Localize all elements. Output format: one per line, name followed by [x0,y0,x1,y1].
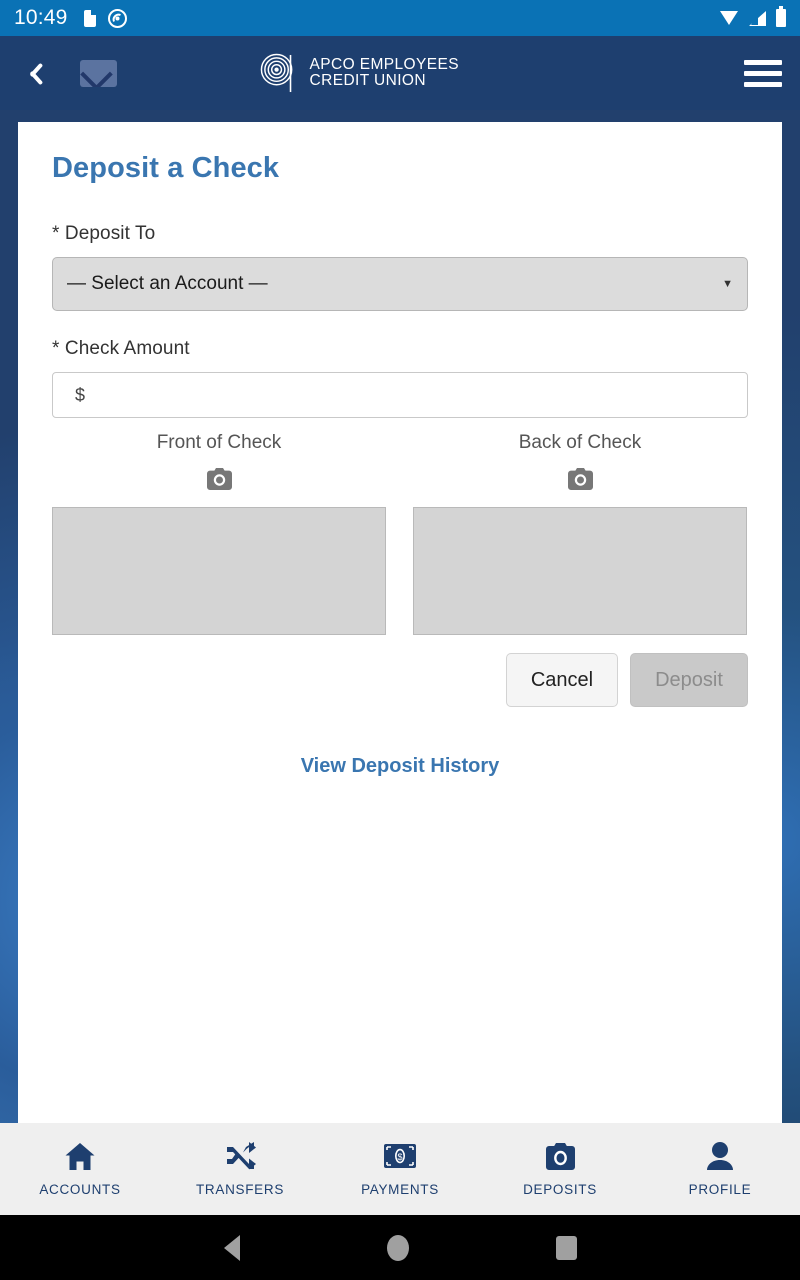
app-header: APCO EMPLOYEES CREDIT UNION [0,36,800,110]
shuffle-arrows-icon [223,1141,257,1171]
battery-icon [776,6,786,27]
android-system-nav [0,1215,800,1280]
page-title: Deposit a Check [52,152,280,184]
bottom-tab-bar: ACCOUNTS TRANSFERS $ PAYMENTS DEPOSITS P… [0,1123,800,1215]
chevron-down-icon: ▼ [722,278,733,290]
account-select[interactable]: — Select an Account — ▼ [52,257,748,311]
front-of-check-label: Front of Check [156,432,282,453]
camera-icon[interactable] [567,468,593,490]
nfc-icon [107,8,127,28]
status-clock: 10:49 [14,6,68,29]
spiral-logo-icon [260,53,292,92]
mail-envelope-icon[interactable] [80,59,117,87]
camera-icon[interactable] [206,468,232,490]
tab-label-deposits: DEPOSITS [523,1182,597,1197]
brand-line-1: APCO EMPLOYEES [309,55,459,73]
deposit-to-label: * Deposit To [52,223,156,244]
camera-icon [543,1141,577,1171]
status-right-icons [720,6,786,27]
tab-accounts[interactable]: ACCOUNTS [0,1141,160,1197]
cellular-signal-icon [749,10,766,26]
banknote-icon: $ [383,1141,417,1171]
tab-payments[interactable]: $ PAYMENTS [320,1141,480,1197]
brand-text: APCO EMPLOYEES CREDIT UNION [309,55,459,89]
status-left-icons [83,8,127,28]
android-home-icon[interactable] [386,1234,409,1261]
tab-profile[interactable]: PROFILE [640,1141,800,1197]
back-of-check-preview[interactable] [413,507,747,635]
android-back-icon[interactable] [223,1234,240,1261]
account-select-value: — Select an Account — [67,273,268,294]
check-capture-area: Front of Check Back of Check [52,432,748,635]
tab-label-payments: PAYMENTS [361,1182,439,1197]
back-of-check-column: Back of Check [413,432,747,635]
app-root: 10:49 APCO EMPLOYEES CREDIT UNION Deposi… [0,0,800,1280]
hamburger-menu-icon[interactable] [744,59,782,87]
status-bar: 10:49 [0,0,800,36]
svg-text:$: $ [397,1152,402,1162]
check-amount-label: * Check Amount [52,338,190,359]
brand-line-2: CREDIT UNION [309,72,426,89]
tab-label-transfers: TRANSFERS [195,1182,285,1197]
deposit-button[interactable]: Deposit [630,653,748,707]
tab-label-profile: PROFILE [688,1182,752,1197]
home-icon [63,1141,97,1171]
android-recents-icon[interactable] [555,1235,577,1260]
check-amount-input[interactable] [52,372,748,418]
brand-logo: APCO EMPLOYEES CREDIT UNION [260,53,459,94]
content-card: Deposit a Check * Deposit To — Select an… [18,122,782,1123]
back-of-check-label: Back of Check [518,432,642,453]
person-icon [703,1141,737,1171]
view-deposit-history-link[interactable]: View Deposit History [52,755,748,778]
tab-transfers[interactable]: TRANSFERS [160,1141,320,1197]
back-chevron-icon[interactable] [18,58,48,88]
front-of-check-column: Front of Check [52,432,386,635]
tab-label-accounts: ACCOUNTS [39,1182,121,1197]
cancel-button[interactable]: Cancel [506,653,618,707]
front-of-check-preview[interactable] [52,507,386,635]
wifi-icon [720,11,739,25]
form-actions: Cancel Deposit [52,653,748,707]
sd-card-icon [83,9,96,27]
tab-deposits[interactable]: DEPOSITS [480,1141,640,1197]
